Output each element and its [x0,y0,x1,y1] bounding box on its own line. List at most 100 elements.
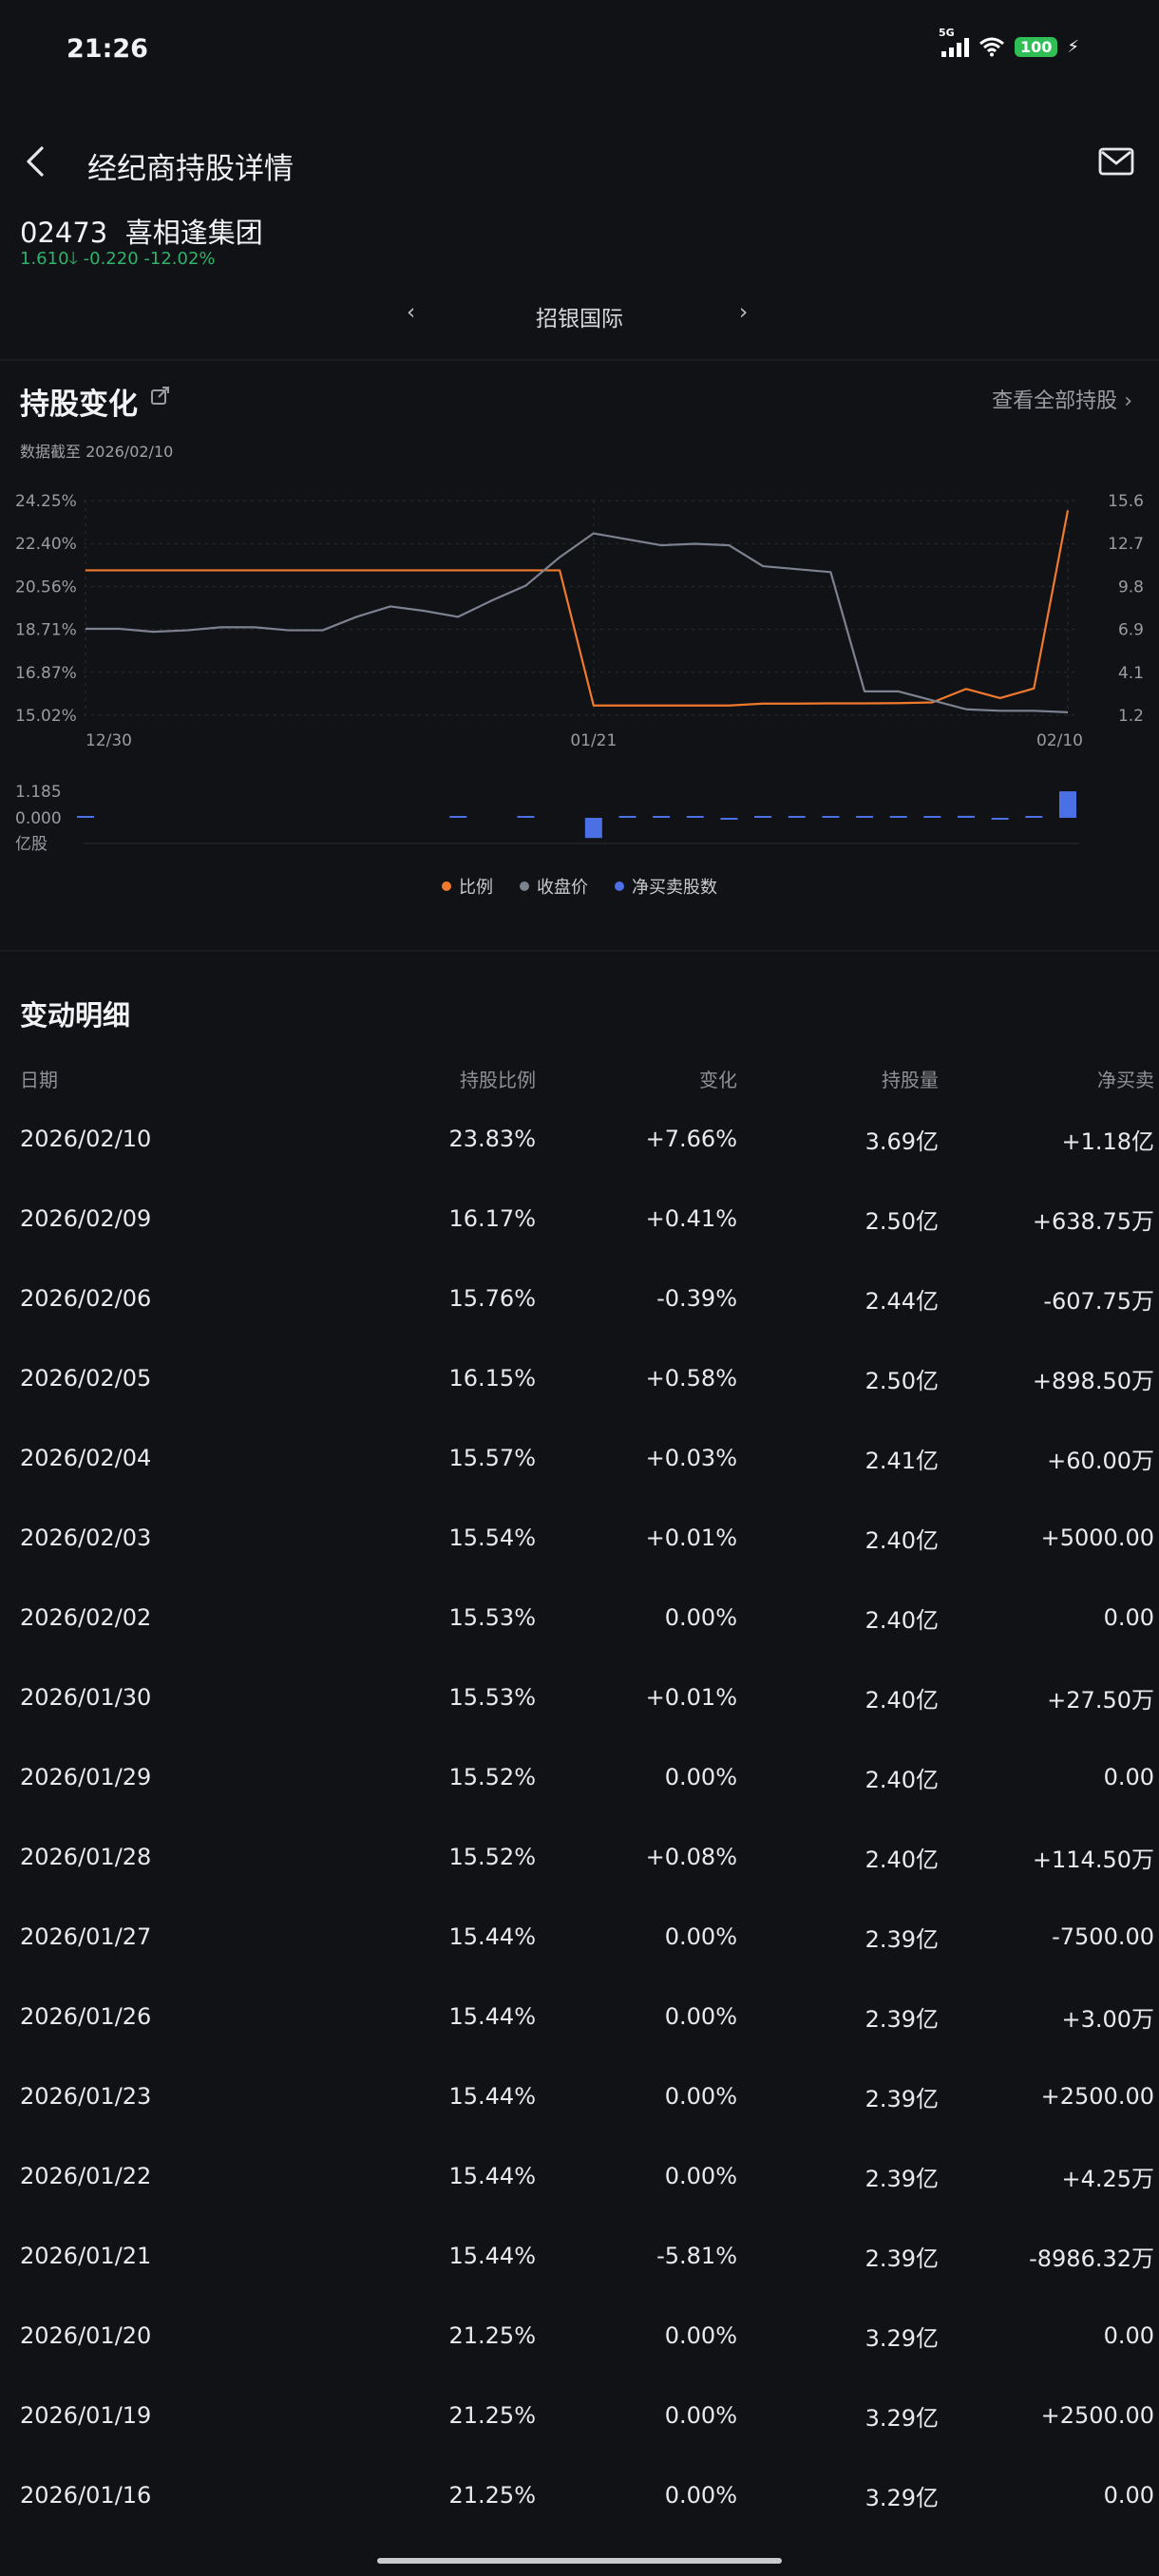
net-shares-bar [958,815,976,818]
net-shares-bar [517,816,535,818]
table-row[interactable]: 2026/01/30 15.53% +0.01% 2.40亿 +27.50万 [0,1657,1159,1737]
net-shares-bar [754,816,772,818]
mail-icon[interactable] [1096,142,1136,180]
y-left-tick-label: 16.87% [15,664,77,683]
cell-shares: 2.40亿 [864,1526,939,1554]
net-shares-bar [788,816,806,818]
x-tick-label: 02/10 [1036,731,1083,750]
charging-icon: ⚡ [1067,36,1079,57]
series-line-ratio [86,510,1070,707]
table-row[interactable]: 2026/02/06 15.76% -0.39% 2.44亿 -607.75万 [0,1259,1159,1338]
cell-net: -8986.32万 [1029,2245,1154,2272]
table-row[interactable]: 2026/02/05 16.15% +0.58% 2.50亿 +898.50万 [0,1338,1159,1418]
broker-name: 招银国际 [536,307,623,331]
cell-change: 0.00% [664,2083,737,2110]
cell-net: +2500.00 [1040,2083,1154,2110]
cell-shares: 2.39亿 [864,2245,939,2272]
cell-change: +0.41% [645,1205,737,1232]
cell-net: +898.50万 [1032,1367,1154,1394]
y-left-tick-label: 20.56% [15,578,77,597]
table-row[interactable]: 2026/01/19 21.25% 0.00% 3.29亿 +2500.00 [0,2376,1159,2455]
table-row[interactable]: 2026/01/22 15.44% 0.00% 2.39亿 +4.25万 [0,2136,1159,2216]
legend-item-ratio: 比例 [442,874,493,899]
cell-shares: 2.50亿 [864,1367,939,1394]
detail-title: 变动明细 [20,999,131,1032]
net-shares-bar [889,816,907,818]
status-icons: 5G 100 ⚡ [939,27,1079,57]
cell-ratio: 15.44% [448,2163,536,2189]
series-line-close-price [86,532,1069,713]
net-shares-bar [449,816,467,818]
stock-name: 喜相逢集团 [124,217,263,249]
table-row[interactable]: 2026/01/27 15.44% 0.00% 2.39亿 -7500.00 [0,1897,1159,1977]
cell-ratio: 15.53% [448,1604,536,1631]
table-row[interactable]: 2026/02/10 23.83% +7.66% 3.69亿 +1.18亿 [0,1099,1159,1179]
cell-change: 0.00% [664,1604,737,1631]
cell-shares: 2.41亿 [864,1447,939,1474]
net-shares-bar [618,816,636,818]
y-left-tick-label: 24.25% [15,492,77,511]
cell-date: 2026/01/20 [20,2322,152,2349]
table-row[interactable]: 2026/02/03 15.54% +0.01% 2.40亿 +5000.00 [0,1498,1159,1578]
data-as-of: 数据截至 2026/02/10 [20,443,174,461]
cell-net: +5000.00 [1040,1525,1154,1551]
back-icon[interactable] [17,142,55,180]
cell-shares: 2.40亿 [864,1846,939,1873]
cell-net: +638.75万 [1032,1207,1154,1235]
cell-shares: 2.39亿 [864,2085,939,2112]
cell-shares: 2.40亿 [864,1606,939,1634]
table-row[interactable]: 2026/01/26 15.44% 0.00% 2.39亿 +3.00万 [0,1977,1159,2056]
table-row[interactable]: 2026/01/29 15.52% 0.00% 2.40亿 0.00 [0,1737,1159,1817]
cell-net: -607.75万 [1043,1287,1154,1315]
share-icon[interactable] [150,386,171,407]
cell-date: 2026/02/09 [20,1205,152,1232]
cell-ratio: 21.25% [448,2322,536,2349]
y-right-tick-label: 4.1 [1118,664,1144,683]
table-row[interactable]: 2026/02/04 15.57% +0.03% 2.41亿 +60.00万 [0,1418,1159,1498]
status-time: 21:26 [66,34,148,64]
signal-icon: 5G [939,27,969,57]
cell-net: +114.50万 [1032,1846,1154,1873]
table-row[interactable]: 2026/02/02 15.53% 0.00% 2.40亿 0.00 [0,1578,1159,1657]
cell-date: 2026/02/10 [20,1126,152,1152]
next-broker-button[interactable]: › [739,300,748,325]
stock-change: -0.220 [83,249,139,269]
stock-code: 02473 [20,217,108,249]
net-shares-bar [1025,816,1043,818]
divider [0,950,1159,952]
y-left-tick-label: 18.71% [15,621,77,640]
table-row[interactable]: 2026/01/23 15.44% 0.00% 2.39亿 +2500.00 [0,2056,1159,2136]
cell-date: 2026/02/02 [20,1604,152,1631]
net-shares-bar [923,816,941,818]
cell-net: +27.50万 [1047,1686,1154,1714]
table-row[interactable]: 2026/01/16 21.25% 0.00% 3.29亿 0.00 [0,2455,1159,2535]
cell-change: +0.03% [645,1445,737,1471]
column-header-date: 日期 [20,1068,58,1091]
network-type: 5G [938,27,955,39]
table-row[interactable]: 2026/01/21 15.44% -5.81% 2.39亿 -8986.32万 [0,2216,1159,2296]
cell-ratio: 16.15% [448,1365,536,1392]
legend-item-close-price: 收盘价 [520,874,588,899]
table-row[interactable]: 2026/01/28 15.52% +0.08% 2.40亿 +114.50万 [0,1817,1159,1897]
cell-shares: 2.39亿 [864,2005,939,2033]
cell-ratio: 15.57% [448,1445,536,1471]
cell-net: +4.25万 [1061,2165,1154,2192]
cell-ratio: 15.53% [448,1684,536,1711]
cell-net: 0.00 [1103,1604,1154,1631]
cell-ratio: 21.25% [448,2402,536,2429]
cell-date: 2026/01/26 [20,2003,152,2030]
cell-change: 0.00% [664,1764,737,1790]
home-indicator[interactable] [377,2558,782,2564]
table-row[interactable]: 2026/01/20 21.25% 0.00% 3.29亿 0.00 [0,2296,1159,2376]
divider [0,359,1159,361]
cell-ratio: 15.44% [448,2083,536,2110]
cell-net: 0.00 [1103,1764,1154,1790]
cell-ratio: 21.25% [448,2482,536,2509]
table-row[interactable]: 2026/02/09 16.17% +0.41% 2.50亿 +638.75万 [0,1179,1159,1259]
cell-net: -7500.00 [1052,1923,1154,1950]
arrow-down-icon: 🡓 [68,249,78,269]
column-header-shares: 持股量 [882,1068,939,1091]
cell-ratio: 15.44% [448,1923,536,1950]
net-shares-bar [856,816,874,818]
view-all-holdings-link[interactable]: 查看全部持股 › [992,384,1132,414]
